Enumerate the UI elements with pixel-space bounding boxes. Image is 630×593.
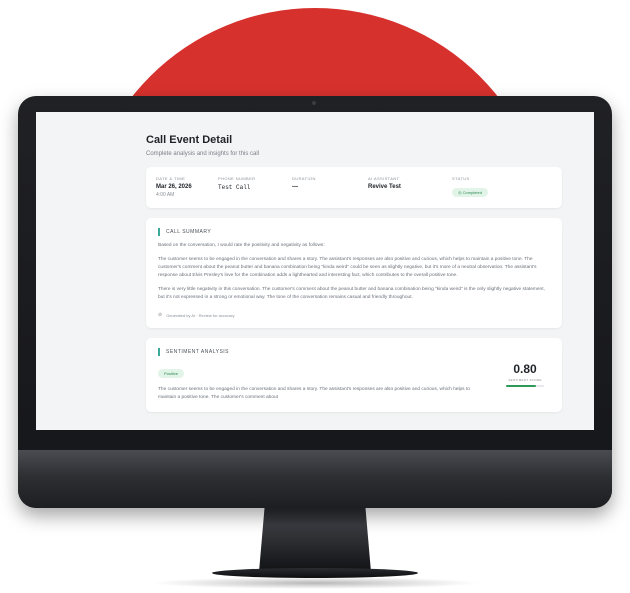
status-badge: ◎ Completed — [452, 188, 488, 197]
meta-phone-label: PHONE NUMBER — [218, 176, 256, 181]
sentiment-body: Positive The customer seems to be engage… — [158, 362, 550, 402]
meta-date-value: Mar 26, 2026 — [156, 184, 192, 190]
main-content: Call Event Detail Complete analysis and … — [36, 112, 594, 412]
summary-paragraph: The customer seems to be engaged in the … — [158, 257, 537, 278]
monitor: Call Event Detail Complete analysis and … — [18, 96, 612, 508]
monitor-stand-base — [212, 568, 418, 578]
sentiment-score-fill — [506, 385, 537, 387]
stand-shadow — [150, 577, 480, 589]
sentiment-score-value: 0.80 — [513, 362, 537, 376]
sentiment-analysis-card: SENTIMENT ANALYSIS Positive The customer… — [146, 338, 562, 412]
meta-phone: PHONE NUMBER Test Call — [218, 176, 292, 199]
ai-generated-note-text: Generated by AI · Review for accuracy — [166, 312, 235, 318]
call-summary-card: CALL SUMMARY Based on the conversation, … — [146, 218, 562, 328]
sentiment-title: SENTIMENT ANALYSIS — [166, 349, 229, 355]
meta-status: STATUS ◎ Completed — [452, 176, 552, 199]
meta-duration-value: — — [292, 184, 298, 190]
sentiment-score-label: SENTIMENT SCORE — [508, 378, 542, 382]
call-summary-title: CALL SUMMARY — [166, 229, 212, 235]
meta-date: DATE & TIME Mar 26, 2026 4:00 AM — [156, 176, 218, 199]
link-icon: ⊘ — [158, 312, 163, 318]
app-screen: Call Event Detail Complete analysis and … — [36, 112, 594, 430]
meta-duration-label: DURATION — [292, 176, 316, 181]
sentiment-details: Positive The customer seems to be engage… — [158, 362, 500, 402]
call-meta-card: DATE & TIME Mar 26, 2026 4:00 AM PHONE N… — [146, 167, 562, 208]
summary-paragraph: Based on the conversation, I would rate … — [158, 243, 325, 248]
ai-generated-note: ⊘ Generated by AI · Review for accuracy — [158, 312, 550, 318]
sentiment-badge: Positive — [158, 369, 185, 378]
meta-assistant-label: AI ASSISTANT — [368, 176, 400, 181]
sentiment-text: The customer seems to be engaged in the … — [158, 387, 470, 400]
meta-time-value: 4:00 AM — [156, 192, 175, 198]
meta-assistant-value: Revive Test — [368, 184, 401, 190]
call-summary-header: CALL SUMMARY — [158, 228, 550, 236]
page-subtitle: Complete analysis and insights for this … — [146, 151, 260, 157]
monitor-chin — [18, 450, 612, 508]
meta-phone-value: Test Call — [218, 184, 251, 191]
page-title: Call Event Detail — [146, 134, 233, 146]
section-accent-bar — [158, 348, 160, 356]
meta-status-label: STATUS — [452, 176, 470, 181]
summary-paragraph: There is very little negativity in this … — [158, 287, 545, 300]
sentiment-score-bar — [506, 385, 544, 387]
check-circle-icon: ◎ — [458, 190, 462, 195]
status-badge-text: Completed — [462, 190, 482, 195]
meta-assistant: AI ASSISTANT Revive Test — [368, 176, 452, 199]
sentiment-score: 0.80 SENTIMENT SCORE — [500, 362, 550, 402]
meta-duration: DURATION — — [292, 176, 368, 199]
meta-date-label: DATE & TIME — [156, 176, 186, 181]
camera-icon — [312, 101, 316, 105]
section-accent-bar — [158, 228, 160, 236]
sentiment-header: SENTIMENT ANALYSIS — [158, 348, 550, 356]
